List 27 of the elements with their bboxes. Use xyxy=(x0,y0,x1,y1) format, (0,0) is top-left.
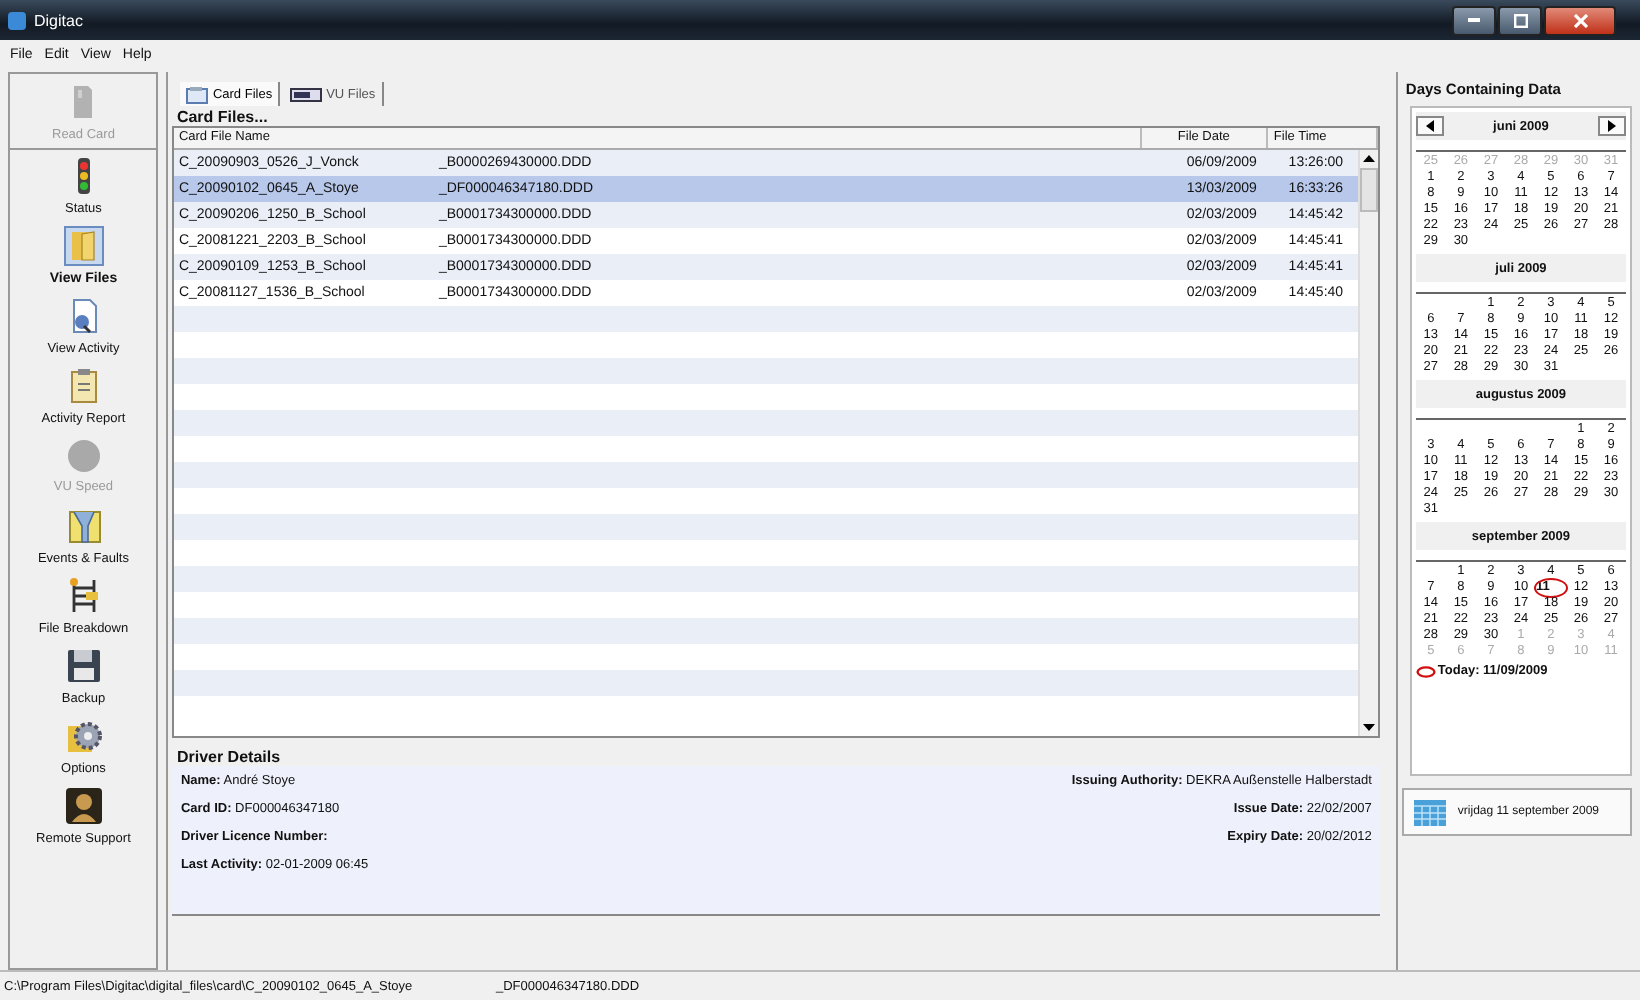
device-icon xyxy=(290,87,323,101)
ellipse-icon xyxy=(1415,665,1436,677)
window-title: Digitac xyxy=(34,11,85,29)
previous-month-button[interactable] xyxy=(1415,116,1444,136)
wrench-icon xyxy=(63,505,104,545)
person-icon xyxy=(63,785,104,825)
next-month-button[interactable] xyxy=(1598,116,1627,136)
scrollbar[interactable] xyxy=(1357,150,1378,736)
folder-icon xyxy=(63,225,104,265)
card-icon xyxy=(186,85,209,103)
traffic-light-icon xyxy=(75,155,92,195)
minimize-button[interactable] xyxy=(1452,5,1496,35)
calendar-icon xyxy=(1413,799,1446,825)
maximize-button[interactable] xyxy=(1498,5,1542,35)
maximize-icon xyxy=(1513,13,1527,27)
circle-icon xyxy=(63,437,104,473)
app-icon xyxy=(8,11,26,29)
minimize-icon xyxy=(1468,18,1480,22)
section-title: Card Files... xyxy=(174,106,270,126)
left-arrow-icon xyxy=(1425,120,1434,132)
scroll-thumb[interactable] xyxy=(1359,168,1378,212)
close-button[interactable] xyxy=(1544,5,1616,35)
close-icon xyxy=(1573,13,1587,27)
section-title: Driver Details xyxy=(174,746,283,766)
card-icon xyxy=(72,81,95,121)
right-arrow-icon xyxy=(1608,120,1617,132)
scroll-down-icon[interactable] xyxy=(1359,718,1378,736)
